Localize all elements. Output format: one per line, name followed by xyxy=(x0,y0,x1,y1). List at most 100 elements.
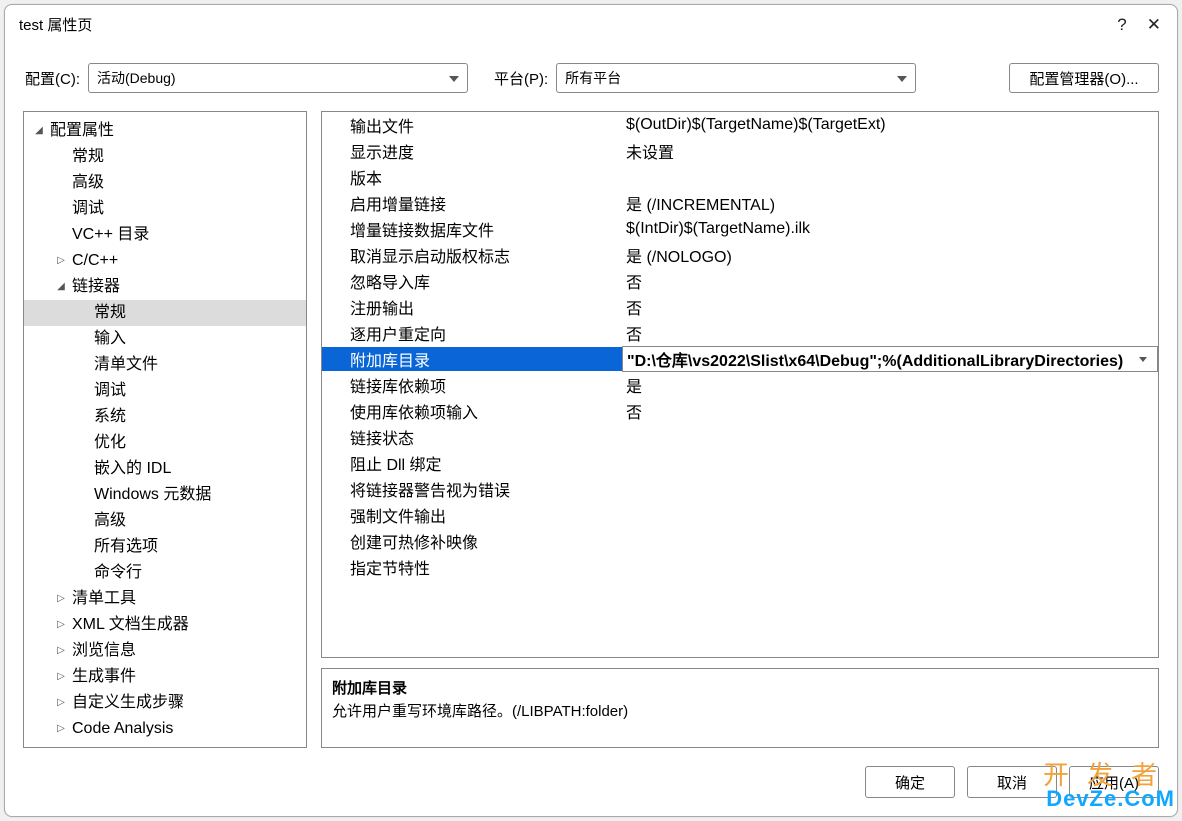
tree-root-label: 配置属性 xyxy=(46,118,114,144)
property-name: 链接库依赖项 xyxy=(322,373,622,397)
config-combo[interactable]: 活动(Debug) xyxy=(88,63,468,93)
ok-button[interactable]: 确定 xyxy=(865,766,955,798)
property-value: 是 (/NOLOGO) xyxy=(622,243,1158,267)
tree-item-label: Windows 元数据 xyxy=(90,482,211,508)
caret-right-icon: ▷ xyxy=(54,612,68,638)
config-toolbar: 配置(C): 活动(Debug) 平台(P): 所有平台 配置管理器(O)... xyxy=(5,45,1177,105)
property-name: 强制文件输出 xyxy=(322,503,622,527)
tree-item[interactable]: ▷C/C++ xyxy=(24,248,306,274)
cancel-label: 取消 xyxy=(997,772,1027,793)
property-name: 版本 xyxy=(322,165,622,189)
help-body: 允许用户重写环境库路径。(/LIBPATH:folder) xyxy=(332,700,1148,721)
tree-item[interactable]: 所有选项 xyxy=(24,534,306,560)
tree-item-label: 链接器 xyxy=(68,274,120,300)
tree-item[interactable]: ▷浏览信息 xyxy=(24,638,306,664)
property-row[interactable]: 显示进度未设置 xyxy=(322,138,1158,164)
tree-item[interactable]: 清单文件 xyxy=(24,352,306,378)
config-manager-button[interactable]: 配置管理器(O)... xyxy=(1009,63,1159,93)
property-row[interactable]: 使用库依赖项输入否 xyxy=(322,398,1158,424)
property-pages-dialog: test 属性页 ? ✕ 配置(C): 活动(Debug) 平台(P): 所有平… xyxy=(4,4,1178,817)
tree-item[interactable]: 系统 xyxy=(24,404,306,430)
property-name: 忽略导入库 xyxy=(322,269,622,293)
tree-item[interactable]: Windows 元数据 xyxy=(24,482,306,508)
property-value: 是 xyxy=(622,373,1158,397)
tree-item[interactable]: 命令行 xyxy=(24,560,306,586)
property-row[interactable]: 版本 xyxy=(322,164,1158,190)
help-icon[interactable]: ? xyxy=(1117,15,1126,35)
tree-item[interactable]: 调试 xyxy=(24,378,306,404)
caret-right-icon: ▷ xyxy=(54,716,68,742)
tree-item-label: 自定义生成步骤 xyxy=(68,690,184,716)
tree-item[interactable]: 调试 xyxy=(24,196,306,222)
property-row[interactable]: 指定节特性 xyxy=(322,554,1158,580)
caret-right-icon: ▷ xyxy=(54,248,68,274)
property-name: 启用增量链接 xyxy=(322,191,622,215)
tree-item-label: 嵌入的 IDL xyxy=(90,456,171,482)
tree-item[interactable]: ▷自定义生成步骤 xyxy=(24,690,306,716)
tree-item[interactable]: 高级 xyxy=(24,508,306,534)
property-name: 增量链接数据库文件 xyxy=(322,217,622,241)
tree-item-label: VC++ 目录 xyxy=(68,222,149,248)
caret-down-icon: ◢ xyxy=(32,118,46,144)
close-icon[interactable]: ✕ xyxy=(1147,15,1161,35)
tree-item[interactable]: 常规 xyxy=(24,300,306,326)
titlebar: test 属性页 ? ✕ xyxy=(5,5,1177,45)
tree-item-label: 调试 xyxy=(90,378,126,404)
platform-combo[interactable]: 所有平台 xyxy=(556,63,916,93)
window-title: test 属性页 xyxy=(19,14,1117,35)
tree-item[interactable]: 高级 xyxy=(24,170,306,196)
property-value: 否 xyxy=(622,321,1158,345)
tree-item-label: 浏览信息 xyxy=(68,638,136,664)
help-title: 附加库目录 xyxy=(332,677,1148,698)
property-value[interactable]: "D:\仓库\vs2022\Slist\x64\Debug";%(Additio… xyxy=(622,346,1158,372)
property-row[interactable]: 链接状态 xyxy=(322,424,1158,450)
platform-label: 平台(P): xyxy=(494,68,548,89)
property-row[interactable]: 强制文件输出 xyxy=(322,502,1158,528)
property-value: 否 xyxy=(622,269,1158,293)
property-row[interactable]: 逐用户重定向否 xyxy=(322,320,1158,346)
property-name: 显示进度 xyxy=(322,139,622,163)
property-row[interactable]: 链接库依赖项是 xyxy=(322,372,1158,398)
config-combo-value: 活动(Debug) xyxy=(97,68,176,88)
property-row[interactable]: 将链接器警告视为错误 xyxy=(322,476,1158,502)
tree-root[interactable]: ◢配置属性 xyxy=(24,118,306,144)
tree-item[interactable]: ▷XML 文档生成器 xyxy=(24,612,306,638)
config-label: 配置(C): xyxy=(25,68,80,89)
property-name: 附加库目录 xyxy=(322,347,622,371)
config-manager-label: 配置管理器(O)... xyxy=(1029,68,1138,89)
property-row[interactable]: 取消显示启动版权标志是 (/NOLOGO) xyxy=(322,242,1158,268)
property-row[interactable]: 创建可热修补映像 xyxy=(322,528,1158,554)
tree-item-label: 高级 xyxy=(68,170,104,196)
tree-item[interactable]: ◢链接器 xyxy=(24,274,306,300)
property-value: 是 (/INCREMENTAL) xyxy=(622,191,1158,215)
apply-button[interactable]: 应用(A) xyxy=(1069,766,1159,798)
property-row[interactable]: 增量链接数据库文件$(IntDir)$(TargetName).ilk xyxy=(322,216,1158,242)
nav-tree[interactable]: ◢配置属性常规高级调试VC++ 目录▷C/C++◢链接器常规输入清单文件调试系统… xyxy=(23,111,307,748)
property-row[interactable]: 注册输出否 xyxy=(322,294,1158,320)
cancel-button[interactable]: 取消 xyxy=(967,766,1057,798)
property-value: $(IntDir)$(TargetName).ilk xyxy=(622,220,1158,238)
tree-item[interactable]: 优化 xyxy=(24,430,306,456)
property-row[interactable]: 输出文件$(OutDir)$(TargetName)$(TargetExt) xyxy=(322,112,1158,138)
tree-item[interactable]: ▷清单工具 xyxy=(24,586,306,612)
property-row[interactable]: 启用增量链接是 (/INCREMENTAL) xyxy=(322,190,1158,216)
property-row[interactable]: 附加库目录"D:\仓库\vs2022\Slist\x64\Debug";%(Ad… xyxy=(322,346,1158,372)
tree-item[interactable]: 嵌入的 IDL xyxy=(24,456,306,482)
tree-item[interactable]: VC++ 目录 xyxy=(24,222,306,248)
tree-item[interactable]: ▷生成事件 xyxy=(24,664,306,690)
property-value: 否 xyxy=(622,295,1158,319)
tree-item-label: 优化 xyxy=(90,430,126,456)
property-row[interactable]: 忽略导入库否 xyxy=(322,268,1158,294)
tree-item[interactable]: ▷Code Analysis xyxy=(24,716,306,742)
property-row[interactable]: 阻止 Dll 绑定 xyxy=(322,450,1158,476)
caret-right-icon: ▷ xyxy=(54,638,68,664)
tree-item[interactable]: 输入 xyxy=(24,326,306,352)
property-grid[interactable]: 输出文件$(OutDir)$(TargetName)$(TargetExt)显示… xyxy=(321,111,1159,658)
tree-item-label: 调试 xyxy=(68,196,104,222)
property-name: 逐用户重定向 xyxy=(322,321,622,345)
property-name: 将链接器警告视为错误 xyxy=(322,477,622,501)
property-name: 阻止 Dll 绑定 xyxy=(322,451,622,475)
tree-item[interactable]: 常规 xyxy=(24,144,306,170)
tree-item-label: XML 文档生成器 xyxy=(68,612,189,638)
property-value: 否 xyxy=(622,399,1158,423)
